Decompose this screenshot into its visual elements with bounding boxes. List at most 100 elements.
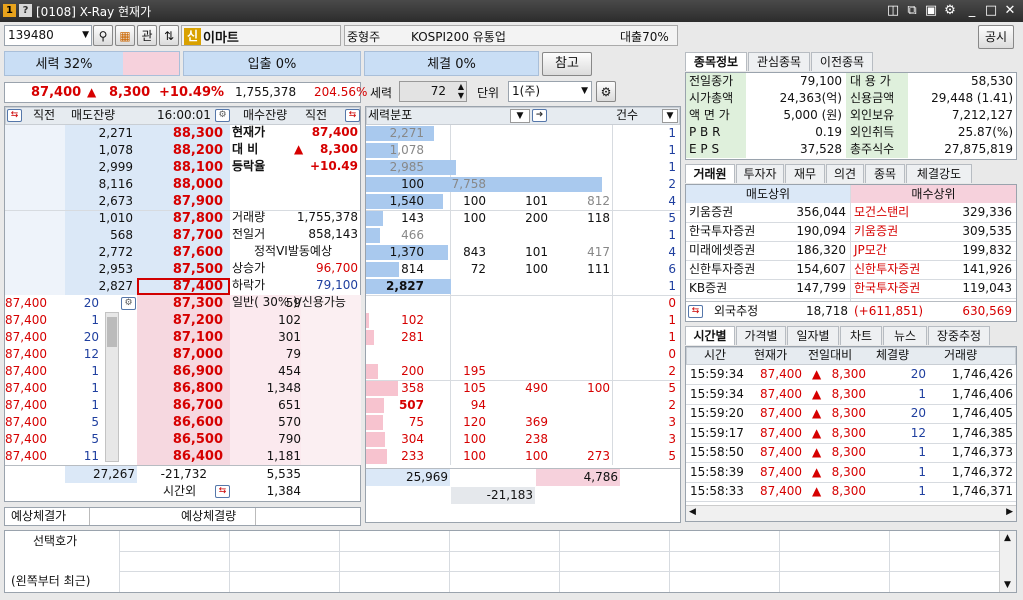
gear-icon[interactable]: ⚙: [121, 297, 136, 310]
spinner-arrows-icon[interactable]: ▲ ▼: [458, 82, 464, 100]
tab-info_tabs-1[interactable]: 관심종목: [748, 52, 810, 71]
reference-button[interactable]: 참고: [542, 52, 592, 76]
grid-col-line: [889, 531, 890, 592]
bid-price[interactable]: 86,800: [137, 380, 223, 397]
tab-time_tabs-4[interactable]: 뉴스: [883, 326, 927, 345]
dist-count: 4: [668, 245, 676, 259]
next-arrow-icon[interactable]: ➜: [532, 109, 547, 122]
minimize-button[interactable]: _: [963, 2, 981, 20]
buy-broker-name[interactable]: JP모간: [854, 242, 887, 259]
ob-scroll-thumb[interactable]: [107, 317, 117, 347]
buy-broker-name[interactable]: 한국투자증권: [854, 280, 920, 297]
dist-b: [426, 346, 486, 363]
horizontal-scrollbar[interactable]: ◀ ▶: [686, 505, 1016, 521]
bid-price[interactable]: 87,000: [137, 346, 223, 363]
ask-price[interactable]: 88,100: [137, 159, 223, 176]
price-cell: 87,400: [760, 484, 802, 498]
bid-price[interactable]: 87,300: [137, 295, 223, 312]
ask-price[interactable]: 88,000: [137, 176, 223, 193]
bid-price[interactable]: 86,600: [137, 414, 223, 431]
ask-price[interactable]: 88,200: [137, 142, 223, 159]
tab-broker_tabs-1[interactable]: 투자자: [736, 164, 784, 183]
notice-button[interactable]: 공시: [978, 25, 1014, 49]
swap-arrows-icon[interactable]: ⇆: [688, 305, 703, 318]
swap-arrows-icon[interactable]: ⇆: [7, 109, 22, 122]
tab-time_tabs-0[interactable]: 시간별: [685, 326, 735, 345]
trade-price: 87,400: [5, 449, 47, 463]
tab-time_tabs-3[interactable]: 차트: [840, 326, 882, 345]
dist-a: 1,540: [389, 194, 424, 208]
info-label: 전일종가: [689, 74, 734, 88]
bid-price[interactable]: 87,200: [137, 312, 223, 329]
unit-select[interactable]: 1(주) ▼: [508, 81, 592, 102]
buy-broker-name[interactable]: 신한투자증권: [854, 261, 920, 278]
gwan-button[interactable]: 관: [137, 25, 157, 46]
ask-price[interactable]: 87,700: [137, 227, 223, 244]
ask-price[interactable]: 87,600: [137, 244, 223, 261]
dist-a: [366, 295, 424, 312]
tab-info_tabs-0[interactable]: 종목정보: [685, 52, 747, 71]
bid-qty: 454: [278, 364, 301, 378]
dist-count: 1: [668, 160, 676, 174]
bid-price[interactable]: 86,900: [137, 363, 223, 380]
ask-price[interactable]: 87,500: [137, 261, 223, 278]
tab-broker_tabs-2[interactable]: 재무: [785, 164, 825, 183]
bid-price[interactable]: 86,700: [137, 397, 223, 414]
time-cell: 15:59:17: [690, 425, 744, 440]
close-button[interactable]: ✕: [1001, 2, 1019, 20]
swap-arrows-icon[interactable]: ⇆: [215, 485, 230, 498]
selected-price-label: 선택호가: [33, 534, 78, 548]
gear-icon[interactable]: ⚙: [215, 109, 230, 122]
bid-qty: 790: [278, 432, 301, 446]
dist-count: 1: [668, 330, 676, 344]
force-spinner[interactable]: 72 ▲ ▼: [399, 81, 467, 102]
bid-price[interactable]: 86,400: [137, 448, 223, 465]
sell-broker-qty: 147,799: [796, 281, 846, 295]
sell-broker-name[interactable]: 미래에셋증권: [689, 242, 755, 259]
settings-button[interactable]: ⚙: [596, 81, 616, 102]
tab-time_tabs-5[interactable]: 장중추정: [928, 326, 990, 345]
chevron-down-icon[interactable]: ▼: [510, 109, 530, 123]
dist-d: 812: [587, 194, 610, 208]
tab-broker_tabs-5[interactable]: 체결강도: [906, 164, 972, 183]
tab-broker_tabs-3[interactable]: 의견: [826, 164, 864, 183]
calendar-button[interactable]: ▦: [115, 25, 135, 46]
tab-time_tabs-2[interactable]: 일자별: [787, 326, 839, 345]
ask-price[interactable]: 88,300: [137, 125, 223, 142]
chevron-down-icon[interactable]: ▼: [82, 26, 89, 45]
buy-broker-name[interactable]: 모건스탠리: [854, 204, 909, 221]
bid-prev-bg: [301, 295, 361, 465]
sell-broker-name[interactable]: KB증권: [689, 280, 727, 297]
chevron-down-icon[interactable]: ▼: [662, 109, 678, 123]
time-cell: 15:58:50: [690, 445, 744, 459]
tab-broker_tabs-4[interactable]: 종목: [865, 164, 905, 183]
vertical-scrollbar[interactable]: ▲ ▼: [999, 531, 1016, 592]
gear-icon[interactable]: ⚙: [941, 2, 959, 20]
dist-d: 273: [587, 449, 610, 463]
up-down-arrows-icon[interactable]: ⇅: [159, 25, 179, 46]
scroll-right-icon[interactable]: ▶: [1006, 507, 1013, 517]
copy-icon[interactable]: ⧉: [903, 2, 921, 20]
stock-code-input[interactable]: 139480 ▼: [4, 25, 92, 46]
tab-broker_tabs-0[interactable]: 거래원: [685, 164, 735, 183]
sell-broker-name[interactable]: 한국투자증권: [689, 223, 755, 240]
sell-broker-name[interactable]: 키움증권: [689, 204, 733, 221]
maximize-button[interactable]: □: [982, 2, 1000, 20]
ask-price[interactable]: 87,900: [137, 193, 223, 210]
ask-price[interactable]: 87,800: [137, 210, 223, 227]
window-pin-icon[interactable]: ◫: [884, 2, 902, 20]
search-button[interactable]: ⚲: [93, 25, 113, 46]
scroll-up-icon[interactable]: ▲: [1004, 533, 1011, 543]
scroll-left-icon[interactable]: ◀: [689, 507, 696, 517]
swap-arrows-icon[interactable]: ⇆: [345, 109, 360, 122]
scroll-down-icon[interactable]: ▼: [1004, 580, 1011, 590]
bid-price[interactable]: 86,500: [137, 431, 223, 448]
tab-info_tabs-2[interactable]: 이전종목: [811, 52, 873, 71]
bid-price[interactable]: 87,100: [137, 329, 223, 346]
sell-broker-name[interactable]: 신한투자증권: [689, 261, 755, 278]
help-icon[interactable]: ?: [19, 4, 32, 17]
chevron-down-icon[interactable]: ▼: [581, 82, 588, 101]
tab-time_tabs-1[interactable]: 가격별: [736, 326, 786, 345]
buy-broker-name[interactable]: 키움증권: [854, 223, 898, 240]
screenshot-icon[interactable]: ▣: [922, 2, 940, 20]
